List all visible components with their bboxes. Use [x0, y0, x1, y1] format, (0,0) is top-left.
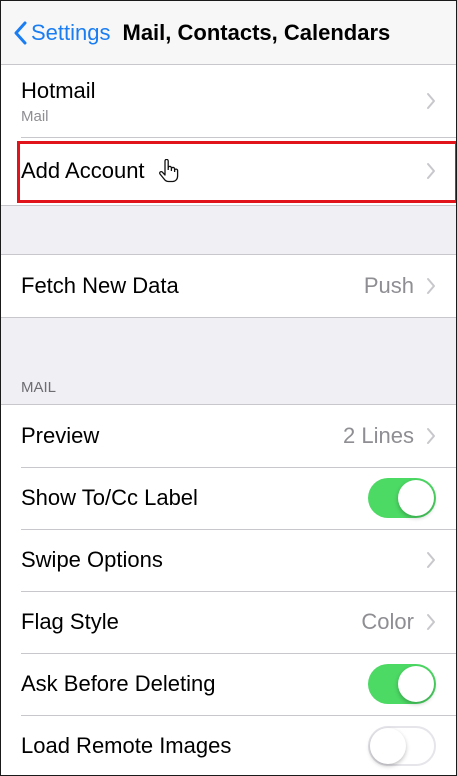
load-remote-images-label: Load Remote Images — [21, 733, 232, 758]
chevron-right-icon — [427, 552, 435, 568]
ask-before-deleting-toggle[interactable] — [368, 664, 436, 704]
account-row-hotmail[interactable]: Hotmail Mail — [1, 65, 456, 137]
add-account-row[interactable]: Add Account — [1, 137, 456, 205]
mail-group: Preview 2 Lines Show To/Cc Label Swipe O… — [1, 404, 456, 775]
flag-style-row[interactable]: Flag Style Color — [1, 591, 456, 653]
load-remote-images-row: Load Remote Images — [1, 715, 456, 775]
chevron-right-icon — [427, 163, 435, 179]
chevron-right-icon — [427, 278, 435, 294]
preview-row[interactable]: Preview 2 Lines — [1, 405, 456, 467]
chevron-right-icon — [427, 614, 435, 630]
back-button[interactable]: Settings — [13, 20, 111, 46]
hand-pointer-icon — [158, 159, 178, 183]
page-title: Mail, Contacts, Calendars — [122, 19, 391, 45]
fetch-group: Fetch New Data Push — [1, 254, 456, 318]
preview-value: 2 Lines — [343, 423, 414, 448]
add-account-label: Add Account — [21, 158, 145, 183]
load-remote-images-toggle[interactable] — [368, 726, 436, 766]
account-detail: Mail — [21, 107, 49, 125]
fetch-new-data-value: Push — [363, 273, 414, 298]
toggle-knob — [398, 666, 434, 702]
swipe-options-row[interactable]: Swipe Options — [1, 529, 456, 591]
account-name: Hotmail — [21, 77, 96, 103]
show-to-cc-toggle[interactable] — [368, 478, 436, 518]
flag-style-label: Flag Style — [21, 609, 119, 634]
navigation-bar: Settings Mail, Contacts, Calendars — [1, 1, 456, 65]
fetch-new-data-row[interactable]: Fetch New Data Push — [1, 255, 456, 317]
chevron-right-icon — [427, 428, 435, 444]
swipe-options-label: Swipe Options — [21, 547, 163, 572]
toggle-knob — [398, 480, 434, 516]
settings-screen: Settings Mail, Contacts, Calendars Hotma… — [0, 0, 457, 776]
back-label: Settings — [31, 19, 111, 45]
mail-section-header: MAIL — [21, 378, 57, 396]
toggle-knob — [370, 728, 406, 764]
chevron-right-icon — [427, 93, 435, 109]
preview-label: Preview — [21, 423, 100, 448]
show-to-cc-label: Show To/Cc Label — [21, 485, 198, 510]
account-label-wrap: Hotmail Mail — [21, 78, 426, 125]
flag-style-value: Color — [361, 609, 414, 634]
show-to-cc-row: Show To/Cc Label — [1, 467, 456, 529]
fetch-new-data-label: Fetch New Data — [21, 273, 179, 298]
chevron-left-icon — [14, 21, 27, 44]
ask-before-deleting-row: Ask Before Deleting — [1, 653, 456, 715]
ask-before-deleting-label: Ask Before Deleting — [21, 671, 216, 696]
accounts-group: Hotmail Mail Add Account — [1, 65, 456, 206]
